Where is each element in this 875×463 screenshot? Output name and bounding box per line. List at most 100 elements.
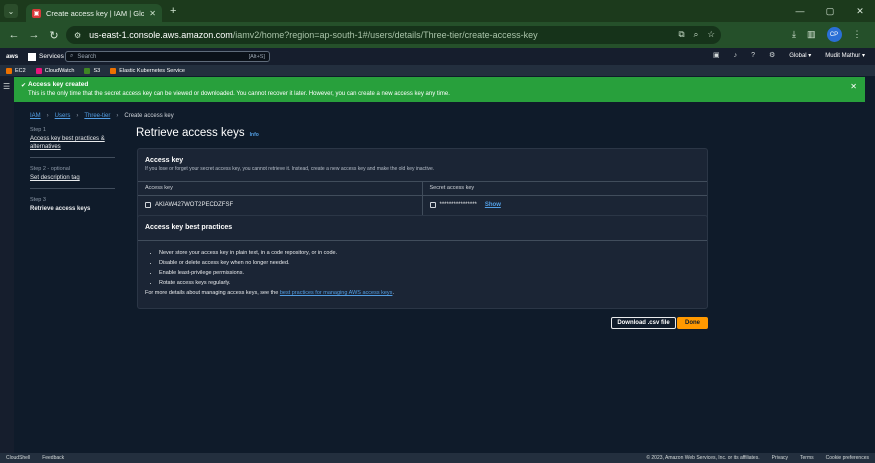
hamburger-menu-icon[interactable]: ☰ [3, 82, 10, 91]
tab-close-icon[interactable]: ✕ [149, 9, 156, 18]
breadcrumb-current: Create access key [124, 113, 174, 119]
services-menu[interactable]: Services [28, 52, 64, 61]
services-grid-icon [28, 52, 36, 61]
translate-icon[interactable]: ⧉ [679, 29, 685, 40]
terms-link[interactable]: Terms [800, 455, 814, 461]
best-practices-link[interactable]: best practices for managing AWS access k… [280, 290, 393, 296]
flash-message: This is the only time that the secret ac… [28, 91, 450, 97]
chevron-right-icon: › [76, 113, 79, 119]
sidepanel-icon[interactable]: ▥ [807, 29, 816, 40]
profile-avatar[interactable]: CP [826, 27, 842, 42]
flash-close-icon[interactable]: ✕ [850, 82, 857, 91]
new-tab-icon[interactable]: + [170, 5, 176, 17]
region-selector[interactable]: Global ▾ [789, 52, 811, 59]
show-secret-link[interactable]: Show [485, 202, 501, 208]
step-link-best-practices[interactable]: Access key best practices & alternatives [30, 135, 115, 151]
done-button[interactable]: Done [677, 317, 708, 329]
aws-console-nav: aws Services ⌕ Search [Alt+S] ▣ ♪ ? ⚙ Gl… [0, 48, 875, 65]
copy-icon[interactable] [145, 202, 151, 208]
favorite-s3[interactable]: S3 [84, 67, 100, 74]
list-item: Disable or delete access key when no lon… [159, 260, 707, 266]
success-flash-banner: ✔ Access key created This is the only ti… [14, 77, 865, 102]
page-header: Retrieve access keys Info [136, 127, 259, 139]
cloudshell-link[interactable]: CloudShell [6, 455, 30, 461]
step-3: Step 3 Retrieve access keys [30, 197, 115, 213]
best-practices-card: Access key best practices Never store yo… [137, 215, 708, 309]
browser-menu-icon[interactable]: ⋮ [853, 29, 862, 40]
breadcrumb-user[interactable]: Three-tier [84, 113, 110, 119]
browser-toolbar: ← → ↻ ⚙ us-east-1.console.aws.amazon.com… [0, 22, 875, 48]
favorite-ec2[interactable]: EC2 [6, 67, 26, 74]
copy-icon[interactable] [429, 202, 436, 208]
best-practices-more: For more details about managing access k… [145, 290, 394, 296]
step-link-description-tag[interactable]: Set description tag [30, 174, 115, 182]
tab-search-icon[interactable]: ⌄ [4, 4, 18, 18]
feedback-link[interactable]: Feedback [42, 455, 64, 461]
browser-tabbar: ⌄ ▣ Create access key | IAM | Global ✕ +… [0, 0, 875, 22]
secret-key-header: Secret access key [429, 185, 475, 191]
help-icon[interactable]: ? [751, 52, 755, 59]
access-key-value: AKIAW427WOT2PECDZFSF [155, 202, 234, 208]
favorite-eks[interactable]: Elastic Kubernetes Service [110, 67, 185, 74]
cookie-preferences-link[interactable]: Cookie preferences [826, 455, 869, 461]
breadcrumb-iam[interactable]: IAM [30, 113, 41, 119]
url-text: us-east-1.console.aws.amazon.com/iamv2/h… [89, 30, 538, 40]
browser-tab[interactable]: ▣ Create access key | IAM | Global ✕ [26, 4, 162, 22]
favorite-cloudwatch[interactable]: CloudWatch [35, 67, 74, 74]
cloudwatch-icon [35, 67, 42, 74]
eks-icon [110, 67, 117, 74]
page-title: Retrieve access keys [136, 127, 245, 139]
zoom-icon[interactable]: ⌕ [694, 29, 699, 40]
address-bar[interactable]: ⚙ us-east-1.console.aws.amazon.com/iamv2… [66, 26, 721, 44]
back-icon[interactable]: ← [4, 29, 24, 41]
flash-title: Access key created [28, 81, 89, 88]
forward-icon[interactable]: → [24, 29, 44, 41]
s3-icon [84, 67, 91, 74]
window-controls: — ▢ ✕ [785, 0, 875, 22]
privacy-link[interactable]: Privacy [772, 455, 788, 461]
chevron-right-icon: › [116, 113, 119, 119]
site-info-icon[interactable]: ⚙ [74, 31, 81, 40]
notifications-icon[interactable]: ♪ [734, 52, 738, 59]
step-label: Step 3 [30, 197, 46, 203]
chevron-right-icon: › [46, 113, 49, 119]
tab-title: Create access key | IAM | Global [46, 8, 145, 18]
settings-icon[interactable]: ⚙ [769, 51, 775, 59]
download-csv-button[interactable]: Download .csv file [611, 317, 676, 329]
breadcrumb-users[interactable]: Users [55, 113, 71, 119]
favorites-bar: EC2 CloudWatch S3 Elastic Kubernetes Ser… [0, 65, 875, 76]
aws-logo[interactable]: aws [6, 53, 24, 60]
breadcrumb: IAM › Users › Three-tier › Create access… [30, 113, 174, 119]
main-content: IAM › Users › Three-tier › Create access… [14, 102, 875, 453]
download-icon[interactable]: ⤓ [792, 29, 796, 40]
wizard-steps: Step 1 Access key best practices & alter… [30, 127, 115, 221]
access-key-card: Access key If you lose or forget your se… [137, 148, 708, 222]
access-key-card-title: Access key [145, 157, 184, 164]
bookmark-star-icon[interactable]: ☆ [707, 29, 715, 40]
list-item: Never store your access key in plain tex… [159, 250, 707, 256]
side-nav-strip [0, 76, 14, 453]
search-input[interactable]: Search [77, 54, 244, 60]
reload-icon[interactable]: ↻ [44, 29, 64, 42]
step-1: Step 1 Access key best practices & alter… [30, 127, 115, 158]
step-label: Step 2 - optional [30, 166, 71, 172]
copyright-text: © 2023, Amazon Web Services, Inc. or its… [646, 455, 760, 461]
list-item: Enable least-privilege permissions. [159, 270, 707, 276]
access-key-card-description: If you lose or forget your secret access… [145, 166, 435, 172]
maximize-icon[interactable]: ▢ [815, 0, 845, 22]
step-2: Step 2 - optional Set description tag [30, 166, 115, 189]
info-link[interactable]: Info [250, 132, 259, 138]
secret-key-masked: **************** [439, 202, 477, 208]
iam-favicon-icon: ▣ [32, 8, 41, 18]
best-practices-title: Access key best practices [145, 224, 233, 231]
search-shortcut: [Alt+S] [248, 53, 265, 60]
account-menu[interactable]: Mudit Mathur ▾ [825, 52, 865, 59]
console-search[interactable]: ⌕ Search [Alt+S] [65, 51, 270, 62]
step-label: Step 1 [30, 127, 46, 133]
close-window-icon[interactable]: ✕ [845, 0, 875, 22]
cloudshell-icon[interactable]: ▣ [713, 51, 720, 59]
step-current-retrieve: Retrieve access keys [30, 206, 91, 212]
minimize-icon[interactable]: — [785, 0, 815, 22]
success-check-icon: ✔ [21, 83, 27, 89]
best-practices-list: Never store your access key in plain tex… [138, 250, 707, 286]
